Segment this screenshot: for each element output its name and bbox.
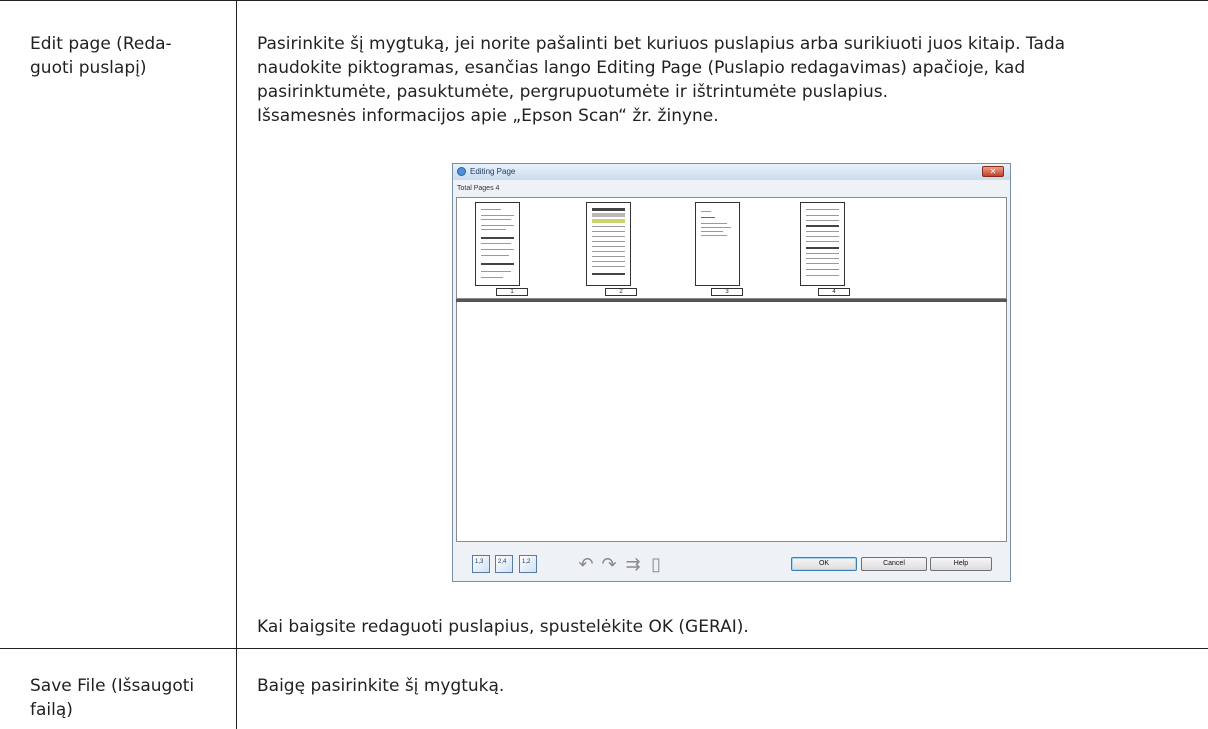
reorder-icon[interactable]: ⇉ xyxy=(624,555,642,573)
odd-pages-icon[interactable]: 1,3 xyxy=(472,555,490,573)
page-thumbnail-1[interactable] xyxy=(475,202,520,286)
desc-line: naudokite piktogramas, esančias lango Ed… xyxy=(257,58,1026,78)
cancel-button[interactable]: Cancel xyxy=(861,557,927,571)
page-thumbnail-2[interactable] xyxy=(586,202,631,286)
row-divider xyxy=(0,648,1208,649)
row2-label-line1: Save File (Išsaugoti xyxy=(30,676,195,696)
row2-label: Save File (Išsaugoti failą) xyxy=(30,674,220,722)
page-number-1: 1 xyxy=(496,288,528,296)
page-drop-pane[interactable] xyxy=(456,302,1007,542)
page-thumbnail-3[interactable] xyxy=(695,202,740,286)
desc-line: Pasirinkite šį mygtuką, jei norite pašal… xyxy=(257,34,1066,54)
column-divider xyxy=(236,0,237,729)
editing-page-dialog: Editing Page ✕ Total Pages 4 1 2 3 4 1,3… xyxy=(452,163,1011,582)
close-icon[interactable]: ✕ xyxy=(982,166,1004,177)
even-pages-icon[interactable]: 2,4 xyxy=(495,555,513,573)
row1-description: Pasirinkite šį mygtuką, jei norite pašal… xyxy=(257,32,1197,128)
row2-description: Baigę pasirinkite šį mygtuką. xyxy=(257,676,505,696)
desc-line: Išsamesnės informacijos apie „Epson Scan… xyxy=(257,106,719,126)
row2-label-line2: failą) xyxy=(30,700,73,720)
table-top-border xyxy=(0,0,1208,1)
page-number-4: 4 xyxy=(818,288,850,296)
row1-label-line1: Edit page (Reda- xyxy=(30,34,172,54)
dialog-titlebar: Editing Page ✕ xyxy=(453,164,1010,180)
ok-button[interactable]: OK xyxy=(791,557,857,571)
delete-icon[interactable]: ▯ xyxy=(647,555,665,573)
help-button[interactable]: Help xyxy=(930,557,992,571)
row1-label-line2: guoti puslapį) xyxy=(30,58,147,78)
rotate-right-icon[interactable]: ↷ xyxy=(600,555,618,573)
desc-line: pasirinktumėte, pasuktumėte, pergrupuotu… xyxy=(257,82,888,102)
page-thumbnail-pane[interactable] xyxy=(456,197,1007,299)
row1-after-text: Kai baigsite redaguoti puslapius, spuste… xyxy=(257,617,749,637)
dialog-title: Editing Page xyxy=(470,167,516,176)
row1-label: Edit page (Reda- guoti puslapį) xyxy=(30,32,220,80)
page-number-2: 2 xyxy=(605,288,637,296)
rotate-left-icon[interactable]: ↶ xyxy=(577,555,595,573)
total-pages-label: Total Pages 4 xyxy=(457,185,500,192)
page-thumbnail-4[interactable] xyxy=(800,202,845,286)
page-number-3: 3 xyxy=(711,288,743,296)
app-icon xyxy=(457,167,466,176)
all-pages-icon[interactable]: 1,2 xyxy=(519,555,537,573)
